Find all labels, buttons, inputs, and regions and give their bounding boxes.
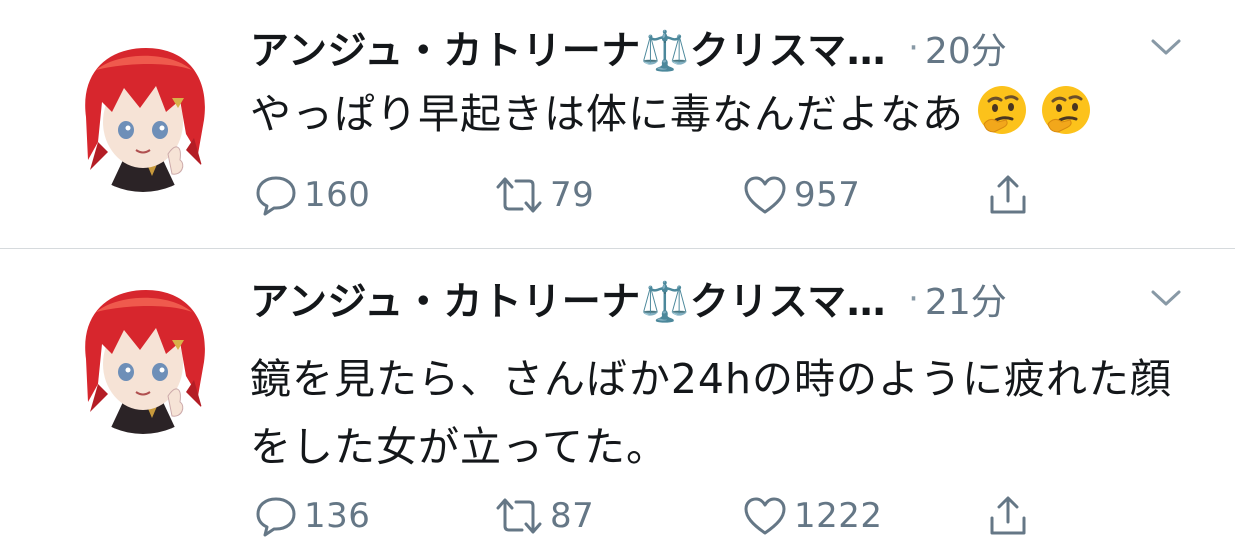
share-button[interactable] — [986, 491, 1030, 541]
reply-count: 160 — [304, 175, 371, 215]
share-button[interactable] — [986, 170, 1030, 220]
share-icon — [990, 496, 1026, 535]
like-count: 957 — [794, 175, 861, 215]
tweet-text-content: やっぱり早起きは体に毒なんだよなあ — [250, 90, 964, 138]
thinking-face-emoji-icon — [1042, 86, 1090, 134]
tweet-actions: 160 79 957 — [250, 170, 1050, 220]
thinking-face-emoji-icon — [978, 86, 1026, 134]
tweet-time[interactable]: 20分 — [925, 22, 1007, 74]
retweet-icon — [496, 177, 542, 213]
like-button[interactable]: 1222 — [742, 491, 883, 541]
tweet-actions: 136 87 1222 — [250, 491, 1050, 541]
tweet[interactable]: アンジュ・カトリーナ⚖️クリスマ… · 21分 鏡を見たら、さんばか24hの時の… — [0, 249, 1235, 559]
chevron-down-icon[interactable] — [1149, 283, 1183, 313]
avatar[interactable] — [68, 42, 218, 192]
like-button[interactable]: 957 — [742, 170, 860, 220]
author-name[interactable]: アンジュ・カトリーナ⚖️クリスマ… — [250, 271, 886, 327]
like-icon — [744, 176, 786, 214]
avatar-image — [68, 284, 218, 434]
tweet-text: 鏡を見たら、さんばか24hの時のように疲れた顔をした女が立ってた。 — [250, 345, 1180, 481]
retweet-count: 79 — [550, 175, 595, 215]
tweet[interactable]: アンジュ・カトリーナ⚖️クリスマ… · 20分 やっぱり早起きは体に毒なんだよな… — [0, 0, 1235, 248]
reply-count: 136 — [304, 496, 371, 536]
separator-dot: · — [908, 279, 919, 319]
like-count: 1222 — [794, 496, 883, 536]
tweet-header: アンジュ・カトリーナ⚖️クリスマ… · 20分 — [250, 18, 1181, 78]
reply-icon — [256, 176, 296, 216]
tweet-text: やっぱり早起きは体に毒なんだよなあ — [250, 80, 1180, 148]
author-name[interactable]: アンジュ・カトリーナ⚖️クリスマ… — [250, 20, 886, 76]
share-icon — [990, 175, 1026, 214]
reply-icon — [256, 497, 296, 537]
tweet-header: アンジュ・カトリーナ⚖️クリスマ… · 21分 — [250, 269, 1181, 329]
retweet-button[interactable]: 87 — [494, 491, 594, 541]
avatar[interactable] — [68, 284, 218, 434]
avatar-image — [68, 42, 218, 192]
tweet-text-content: 鏡を見たら、さんばか24hの時のように疲れた顔をした女が立ってた。 — [250, 355, 1172, 471]
reply-button[interactable]: 160 — [254, 170, 370, 220]
retweet-button[interactable]: 79 — [494, 170, 594, 220]
tweet-time[interactable]: 21分 — [925, 273, 1007, 325]
chevron-down-icon[interactable] — [1149, 32, 1183, 62]
like-icon — [744, 497, 786, 535]
reply-button[interactable]: 136 — [254, 491, 370, 541]
retweet-icon — [496, 498, 542, 534]
retweet-count: 87 — [550, 496, 595, 536]
separator-dot: · — [908, 28, 919, 68]
